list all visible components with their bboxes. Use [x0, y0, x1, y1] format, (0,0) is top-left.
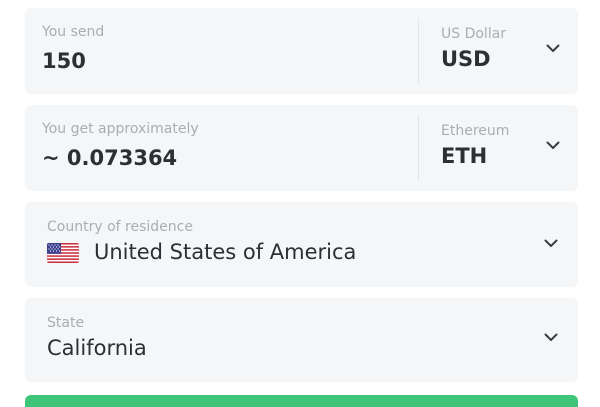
- send-currency-name: US Dollar: [441, 26, 507, 42]
- send-amount-label: You send: [42, 24, 105, 40]
- chevron-down-icon[interactable]: [544, 333, 558, 342]
- state-label: State: [47, 315, 85, 331]
- country-value: United States of America: [94, 240, 357, 264]
- get-currency-code: ETH: [441, 144, 488, 168]
- get-currency-name: Ethereum: [441, 123, 510, 139]
- country-field: Country of residence United States of Am…: [25, 202, 578, 287]
- get-amount-value: ~ 0.073364: [42, 146, 178, 170]
- send-amount-input[interactable]: You send 150: [42, 24, 412, 74]
- state-value: California: [47, 336, 147, 360]
- get-amount-display: You get approximately ~ 0.073364: [42, 121, 412, 171]
- chevron-down-icon[interactable]: [544, 239, 558, 248]
- get-amount-label: You get approximately: [42, 121, 199, 137]
- send-currency-code: USD: [441, 47, 491, 71]
- send-amount-field: You send 150 US Dollar USD: [25, 8, 578, 94]
- us-flag-icon: [47, 243, 79, 263]
- country-label: Country of residence: [47, 219, 193, 235]
- send-currency-select[interactable]: US Dollar USD: [419, 8, 578, 94]
- chevron-down-icon[interactable]: [546, 141, 560, 150]
- get-amount-field: You get approximately ~ 0.073364 Ethereu…: [25, 105, 578, 191]
- send-amount-value[interactable]: 150: [42, 48, 412, 74]
- state-field: State California: [25, 298, 578, 382]
- chevron-down-icon[interactable]: [546, 44, 560, 53]
- state-select[interactable]: State California: [25, 298, 578, 382]
- submit-button[interactable]: [25, 395, 578, 407]
- get-currency-select[interactable]: Ethereum ETH: [419, 105, 578, 191]
- country-select[interactable]: Country of residence United States of Am…: [25, 202, 578, 287]
